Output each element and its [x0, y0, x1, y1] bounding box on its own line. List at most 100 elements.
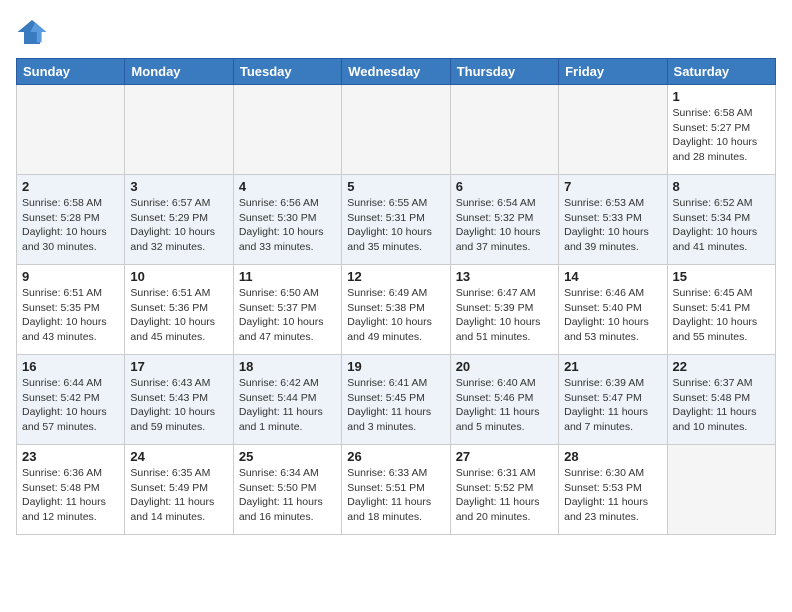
- day-info: Sunrise: 6:54 AM Sunset: 5:32 PM Dayligh…: [456, 196, 553, 255]
- day-cell: 9 Sunrise: 6:51 AM Sunset: 5:35 PM Daylig…: [17, 265, 125, 355]
- col-header-saturday: Saturday: [667, 59, 775, 85]
- week-row-4: 16 Sunrise: 6:44 AM Sunset: 5:42 PM Dayli…: [17, 355, 776, 445]
- day-cell: 16 Sunrise: 6:44 AM Sunset: 5:42 PM Dayli…: [17, 355, 125, 445]
- day-cell: 7 Sunrise: 6:53 AM Sunset: 5:33 PM Daylig…: [559, 175, 667, 265]
- day-cell: 24 Sunrise: 6:35 AM Sunset: 5:49 PM Dayli…: [125, 445, 233, 535]
- day-cell: 15 Sunrise: 6:45 AM Sunset: 5:41 PM Dayli…: [667, 265, 775, 355]
- day-cell: 13 Sunrise: 6:47 AM Sunset: 5:39 PM Dayli…: [450, 265, 558, 355]
- col-header-wednesday: Wednesday: [342, 59, 450, 85]
- week-row-1: 1 Sunrise: 6:58 AM Sunset: 5:27 PM Daylig…: [17, 85, 776, 175]
- day-info: Sunrise: 6:58 AM Sunset: 5:27 PM Dayligh…: [673, 106, 770, 165]
- day-info: Sunrise: 6:47 AM Sunset: 5:39 PM Dayligh…: [456, 286, 553, 345]
- day-info: Sunrise: 6:51 AM Sunset: 5:36 PM Dayligh…: [130, 286, 227, 345]
- col-header-sunday: Sunday: [17, 59, 125, 85]
- day-number: 6: [456, 179, 553, 194]
- day-cell: 11 Sunrise: 6:50 AM Sunset: 5:37 PM Dayli…: [233, 265, 341, 355]
- day-number: 21: [564, 359, 661, 374]
- day-cell: 26 Sunrise: 6:33 AM Sunset: 5:51 PM Dayli…: [342, 445, 450, 535]
- day-cell: [233, 85, 341, 175]
- day-cell: 4 Sunrise: 6:56 AM Sunset: 5:30 PM Daylig…: [233, 175, 341, 265]
- day-cell: 25 Sunrise: 6:34 AM Sunset: 5:50 PM Dayli…: [233, 445, 341, 535]
- day-info: Sunrise: 6:58 AM Sunset: 5:28 PM Dayligh…: [22, 196, 119, 255]
- day-number: 11: [239, 269, 336, 284]
- day-info: Sunrise: 6:56 AM Sunset: 5:30 PM Dayligh…: [239, 196, 336, 255]
- day-cell: 28 Sunrise: 6:30 AM Sunset: 5:53 PM Dayli…: [559, 445, 667, 535]
- day-number: 13: [456, 269, 553, 284]
- day-cell: [17, 85, 125, 175]
- day-cell: 27 Sunrise: 6:31 AM Sunset: 5:52 PM Dayli…: [450, 445, 558, 535]
- day-info: Sunrise: 6:43 AM Sunset: 5:43 PM Dayligh…: [130, 376, 227, 435]
- day-info: Sunrise: 6:36 AM Sunset: 5:48 PM Dayligh…: [22, 466, 119, 525]
- header: [16, 16, 776, 48]
- day-info: Sunrise: 6:50 AM Sunset: 5:37 PM Dayligh…: [239, 286, 336, 345]
- day-cell: [667, 445, 775, 535]
- day-cell: 19 Sunrise: 6:41 AM Sunset: 5:45 PM Dayli…: [342, 355, 450, 445]
- day-info: Sunrise: 6:49 AM Sunset: 5:38 PM Dayligh…: [347, 286, 444, 345]
- day-cell: 10Sunrise: 6:51 AM Sunset: 5:36 PM Dayli…: [125, 265, 233, 355]
- day-info: Sunrise: 6:34 AM Sunset: 5:50 PM Dayligh…: [239, 466, 336, 525]
- day-info: Sunrise: 6:30 AM Sunset: 5:53 PM Dayligh…: [564, 466, 661, 525]
- day-info: Sunrise: 6:55 AM Sunset: 5:31 PM Dayligh…: [347, 196, 444, 255]
- day-info: Sunrise: 6:53 AM Sunset: 5:33 PM Dayligh…: [564, 196, 661, 255]
- day-number: 5: [347, 179, 444, 194]
- day-info: Sunrise: 6:40 AM Sunset: 5:46 PM Dayligh…: [456, 376, 553, 435]
- day-cell: [125, 85, 233, 175]
- day-number: 24: [130, 449, 227, 464]
- day-number: 7: [564, 179, 661, 194]
- day-cell: [559, 85, 667, 175]
- day-number: 9: [22, 269, 119, 284]
- calendar: SundayMondayTuesdayWednesdayThursdayFrid…: [16, 58, 776, 535]
- day-cell: 23Sunrise: 6:36 AM Sunset: 5:48 PM Dayli…: [17, 445, 125, 535]
- day-cell: 14 Sunrise: 6:46 AM Sunset: 5:40 PM Dayli…: [559, 265, 667, 355]
- day-info: Sunrise: 6:46 AM Sunset: 5:40 PM Dayligh…: [564, 286, 661, 345]
- day-info: Sunrise: 6:41 AM Sunset: 5:45 PM Dayligh…: [347, 376, 444, 435]
- day-number: 26: [347, 449, 444, 464]
- day-cell: 8 Sunrise: 6:52 AM Sunset: 5:34 PM Daylig…: [667, 175, 775, 265]
- day-number: 1: [673, 89, 770, 104]
- day-number: 4: [239, 179, 336, 194]
- col-header-thursday: Thursday: [450, 59, 558, 85]
- day-number: 12: [347, 269, 444, 284]
- day-info: Sunrise: 6:37 AM Sunset: 5:48 PM Dayligh…: [673, 376, 770, 435]
- day-number: 17: [130, 359, 227, 374]
- day-number: 14: [564, 269, 661, 284]
- day-info: Sunrise: 6:39 AM Sunset: 5:47 PM Dayligh…: [564, 376, 661, 435]
- day-cell: 12 Sunrise: 6:49 AM Sunset: 5:38 PM Dayli…: [342, 265, 450, 355]
- day-number: 28: [564, 449, 661, 464]
- calendar-header-row: SundayMondayTuesdayWednesdayThursdayFrid…: [17, 59, 776, 85]
- day-cell: [342, 85, 450, 175]
- week-row-5: 23Sunrise: 6:36 AM Sunset: 5:48 PM Dayli…: [17, 445, 776, 535]
- day-info: Sunrise: 6:52 AM Sunset: 5:34 PM Dayligh…: [673, 196, 770, 255]
- day-info: Sunrise: 6:33 AM Sunset: 5:51 PM Dayligh…: [347, 466, 444, 525]
- day-cell: 1 Sunrise: 6:58 AM Sunset: 5:27 PM Daylig…: [667, 85, 775, 175]
- day-number: 18: [239, 359, 336, 374]
- day-number: 15: [673, 269, 770, 284]
- day-cell: 18 Sunrise: 6:42 AM Sunset: 5:44 PM Dayli…: [233, 355, 341, 445]
- col-header-tuesday: Tuesday: [233, 59, 341, 85]
- logo: [16, 16, 52, 48]
- day-number: 25: [239, 449, 336, 464]
- week-row-2: 2Sunrise: 6:58 AM Sunset: 5:28 PM Daylig…: [17, 175, 776, 265]
- col-header-monday: Monday: [125, 59, 233, 85]
- day-number: 3: [130, 179, 227, 194]
- week-row-3: 9 Sunrise: 6:51 AM Sunset: 5:35 PM Daylig…: [17, 265, 776, 355]
- day-number: 16: [22, 359, 119, 374]
- day-number: 20: [456, 359, 553, 374]
- day-cell: 21 Sunrise: 6:39 AM Sunset: 5:47 PM Dayli…: [559, 355, 667, 445]
- day-number: 27: [456, 449, 553, 464]
- col-header-friday: Friday: [559, 59, 667, 85]
- day-number: 8: [673, 179, 770, 194]
- day-info: Sunrise: 6:57 AM Sunset: 5:29 PM Dayligh…: [130, 196, 227, 255]
- day-cell: 2Sunrise: 6:58 AM Sunset: 5:28 PM Daylig…: [17, 175, 125, 265]
- logo-icon: [16, 16, 48, 48]
- day-info: Sunrise: 6:31 AM Sunset: 5:52 PM Dayligh…: [456, 466, 553, 525]
- day-info: Sunrise: 6:35 AM Sunset: 5:49 PM Dayligh…: [130, 466, 227, 525]
- day-info: Sunrise: 6:44 AM Sunset: 5:42 PM Dayligh…: [22, 376, 119, 435]
- day-number: 19: [347, 359, 444, 374]
- day-cell: 20 Sunrise: 6:40 AM Sunset: 5:46 PM Dayli…: [450, 355, 558, 445]
- day-info: Sunrise: 6:42 AM Sunset: 5:44 PM Dayligh…: [239, 376, 336, 435]
- day-cell: 5 Sunrise: 6:55 AM Sunset: 5:31 PM Daylig…: [342, 175, 450, 265]
- day-info: Sunrise: 6:45 AM Sunset: 5:41 PM Dayligh…: [673, 286, 770, 345]
- day-cell: 3 Sunrise: 6:57 AM Sunset: 5:29 PM Daylig…: [125, 175, 233, 265]
- day-info: Sunrise: 6:51 AM Sunset: 5:35 PM Dayligh…: [22, 286, 119, 345]
